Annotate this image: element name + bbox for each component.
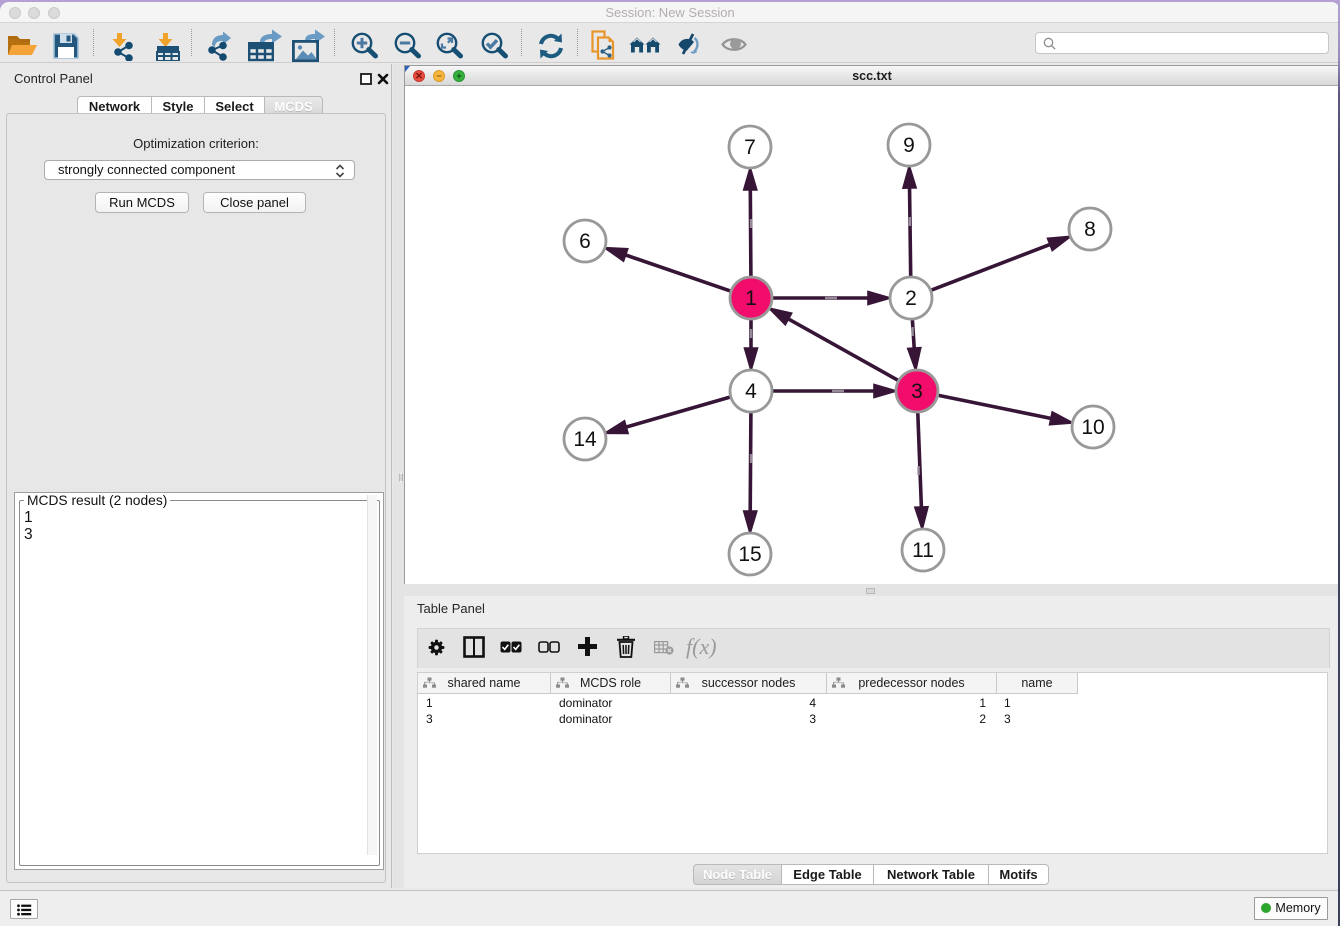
svg-text:7: 7 [744,136,756,159]
svg-text:9: 9 [903,134,915,157]
svg-text:4: 4 [745,380,757,403]
svg-text:3: 3 [911,380,923,403]
svg-text:10: 10 [1081,416,1104,439]
svg-text:1: 1 [745,287,757,310]
svg-text:11: 11 [912,539,934,562]
svg-text:8: 8 [1084,218,1096,241]
svg-text:6: 6 [579,230,591,253]
svg-text:14: 14 [573,428,597,451]
svg-text:2: 2 [905,287,917,310]
svg-text:15: 15 [738,543,761,566]
